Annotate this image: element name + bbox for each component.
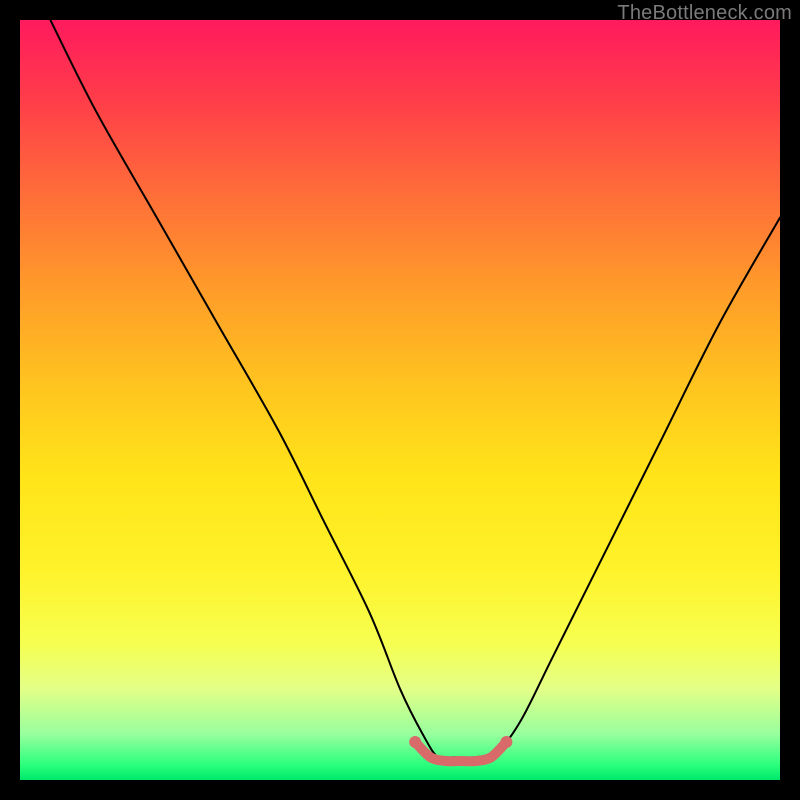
optimal-band-endpoint <box>500 736 512 748</box>
chart-plot-area <box>20 20 780 780</box>
optimal-band-endpoint <box>409 736 421 748</box>
bottleneck-curve-line <box>50 20 780 759</box>
chart-svg <box>20 20 780 780</box>
watermark-text: TheBottleneck.com <box>617 2 792 25</box>
chart-frame: TheBottleneck.com <box>0 0 800 800</box>
